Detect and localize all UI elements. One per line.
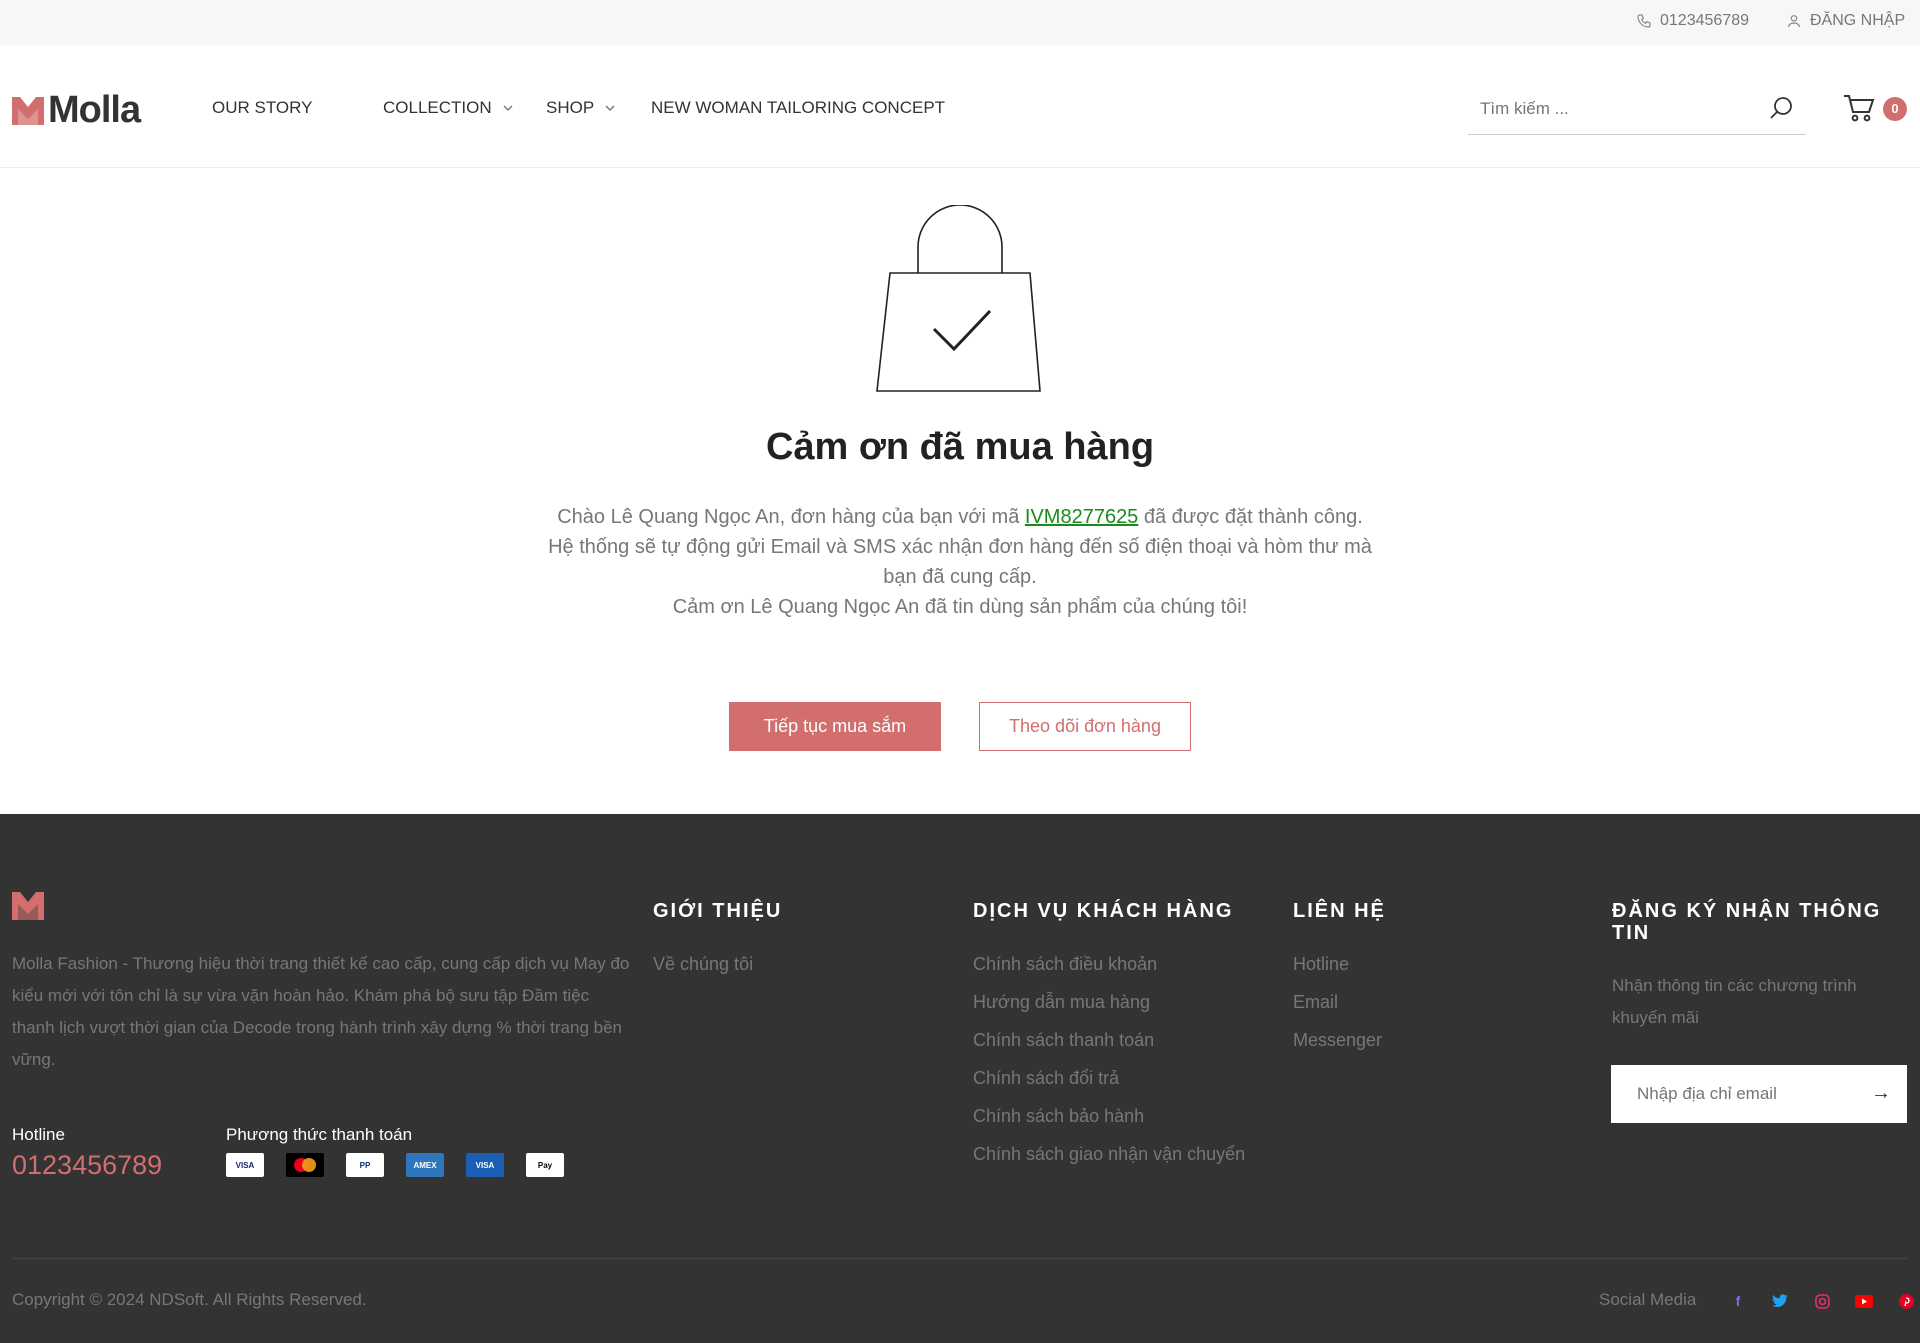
cart-count-badge: 0: [1883, 97, 1907, 121]
instagram-icon[interactable]: [1812, 1291, 1832, 1311]
twitter-icon[interactable]: [1770, 1291, 1790, 1311]
footer-col-service-links: Chính sách điều khoản Hướng dẫn mua hàng…: [973, 948, 1245, 1176]
footer-link-email[interactable]: Email: [1293, 986, 1382, 1024]
footer-hotline-label: Hotline: [12, 1125, 65, 1144]
nav-new-woman-label: NEW WOMAN TAILORING CONCEPT: [651, 98, 946, 117]
topbar-phone-text: 0123456789: [1660, 12, 1749, 29]
newsletter-form: →: [1611, 1065, 1907, 1123]
newsletter-email-input[interactable]: [1637, 1081, 1857, 1107]
footer-link-hotline[interactable]: Hotline: [1293, 948, 1382, 986]
footer-link-return-policy[interactable]: Chính sách đổi trả: [973, 1062, 1245, 1100]
order-message: Chào Lê Quang Ngọc An, đơn hàng của bạn …: [540, 502, 1380, 622]
header: Molla OUR STORY COLLECTION SHOP NEW WOMA…: [0, 45, 1920, 168]
logo[interactable]: Molla: [12, 89, 141, 132]
visa-electron-icon: VISA: [466, 1153, 504, 1177]
footer-newsletter-text: Nhận thông tin các chương trình khuyến m…: [1612, 976, 1857, 1027]
chevron-down-icon: [503, 105, 513, 111]
chevron-down-icon: [605, 105, 615, 111]
social-icons: f: [1728, 1291, 1916, 1311]
footer-link-shipping-policy[interactable]: Chính sách giao nhận vận chuyển: [973, 1138, 1245, 1176]
order-code-link[interactable]: IVM8277625: [1025, 506, 1138, 528]
footer-col-newsletter-title: ĐĂNG KÝ NHẬN THÔNG TIN: [1612, 900, 1882, 944]
pinterest-icon[interactable]: [1896, 1291, 1916, 1311]
amex-icon: AMEX: [406, 1153, 444, 1177]
mastercard-icon: [286, 1153, 324, 1177]
order-message-line1-prefix: Chào Lê Quang Ngọc An, đơn hàng của bạn …: [557, 506, 1025, 528]
nav-shop-label: SHOP: [546, 98, 595, 117]
continue-shopping-button[interactable]: Tiếp tục mua sắm: [729, 702, 941, 751]
nav-shop[interactable]: SHOP: [546, 98, 616, 118]
footer: Molla Fashion - Thương hiệu thời trang t…: [0, 814, 1920, 1343]
track-order-button[interactable]: Theo dõi đơn hàng: [979, 702, 1191, 751]
footer-col-intro-links: Về chúng tôi: [653, 948, 753, 986]
nav-new-woman-tailoring[interactable]: NEW WOMAN TAILORING CONCEPT: [651, 98, 945, 118]
footer-link-payment-policy[interactable]: Chính sách thanh toán: [973, 1024, 1245, 1062]
login-text: ĐĂNG NHẬP: [1810, 12, 1906, 29]
footer-payment-label: Phương thức thanh toán: [226, 1125, 413, 1144]
footer-link-warranty-policy[interactable]: Chính sách bảo hành: [973, 1100, 1245, 1138]
order-message-line2: Hệ thống sẽ tự động gửi Email và SMS xác…: [548, 536, 1372, 588]
footer-about-text: Molla Fashion - Thương hiệu thời trang t…: [12, 954, 630, 1069]
footer-link-messenger[interactable]: Messenger: [1293, 1024, 1382, 1062]
footer-divider: [12, 1258, 1908, 1259]
footer-col-intro-title: GIỚI THIỆU: [653, 900, 783, 922]
facebook-icon[interactable]: f: [1728, 1291, 1748, 1311]
nav-collection[interactable]: COLLECTION: [383, 98, 514, 118]
nav-our-story[interactable]: OUR STORY: [212, 98, 312, 118]
order-message-line3: Cảm ơn Lê Quang Ngọc An đã tin dùng sản …: [672, 596, 1248, 618]
apple-pay-icon: Pay: [526, 1153, 564, 1177]
paypal-icon: PP: [346, 1153, 384, 1177]
order-message-line1-suffix: đã được đặt thành công.: [1138, 506, 1363, 528]
arrow-right-icon[interactable]: →: [1871, 1082, 1891, 1105]
payment-methods: VISA PP AMEX VISA Pay: [226, 1153, 564, 1177]
nav-collection-label: COLLECTION: [383, 98, 492, 117]
footer-logo-icon[interactable]: [12, 892, 44, 920]
logo-text: Molla: [48, 89, 141, 131]
page-title: Cảm ơn đã mua hàng: [765, 426, 1155, 468]
topbar-phone[interactable]: 0123456789: [1636, 12, 1749, 30]
shopping-bag-check-icon: [876, 205, 1041, 392]
search-box: [1468, 83, 1806, 135]
footer-hotline-value[interactable]: 0123456789: [12, 1150, 162, 1181]
copyright-text: Copyright © 2024 NDSoft. All Rights Rese…: [12, 1290, 367, 1309]
search-input[interactable]: [1480, 95, 1760, 123]
user-icon: [1788, 15, 1800, 28]
phone-icon: [1637, 14, 1651, 28]
nav-our-story-label: OUR STORY: [212, 98, 313, 117]
footer-link-terms[interactable]: Chính sách điều khoản: [973, 948, 1245, 986]
visa-icon: VISA: [226, 1153, 264, 1177]
youtube-icon[interactable]: [1854, 1291, 1874, 1311]
footer-link-buying-guide[interactable]: Hướng dẫn mua hàng: [973, 986, 1245, 1024]
cart-icon: [1844, 95, 1875, 122]
footer-col-contact-title: LIÊN HỆ: [1293, 900, 1386, 922]
social-media-label: Social Media: [1599, 1290, 1697, 1309]
footer-col-contact-links: Hotline Email Messenger: [1293, 948, 1382, 1062]
logo-icon: [12, 96, 44, 125]
search-icon[interactable]: [1768, 95, 1794, 121]
top-bar: 0123456789 ĐĂNG NHẬP: [0, 0, 1920, 45]
cart[interactable]: 0: [1843, 91, 1913, 125]
footer-col-service-title: DỊCH VỤ KHÁCH HÀNG: [973, 900, 1234, 922]
login-link[interactable]: ĐĂNG NHẬP: [1786, 12, 1905, 30]
footer-link-about-us[interactable]: Về chúng tôi: [653, 948, 753, 986]
